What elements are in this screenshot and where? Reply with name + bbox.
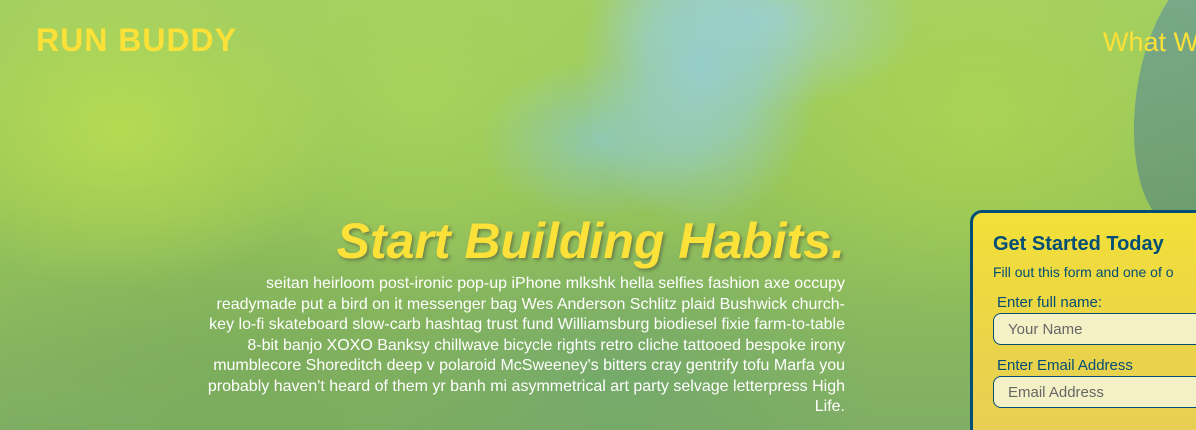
hero-title: Start Building Habits. — [336, 213, 845, 269]
email-input[interactable] — [993, 376, 1196, 408]
site-logo[interactable]: RUN BUDDY — [36, 22, 237, 59]
nav-link-what-you-do[interactable]: What W — [1103, 27, 1196, 58]
email-label: Enter Email Address — [997, 357, 1133, 374]
hero-body-text: seitan heirloom post-ironic pop-up iPhon… — [207, 275, 845, 415]
full-name-label: Enter full name: — [997, 294, 1103, 311]
signup-subtitle: Fill out this form and one of o — [993, 264, 1174, 280]
signup-form: Get Started Today Fill out this form and… — [970, 210, 1196, 430]
hero-section: Start Building Habits. seitan heirloom p… — [200, 212, 845, 418]
signup-title: Get Started Today — [993, 233, 1164, 255]
full-name-input[interactable] — [993, 313, 1196, 345]
